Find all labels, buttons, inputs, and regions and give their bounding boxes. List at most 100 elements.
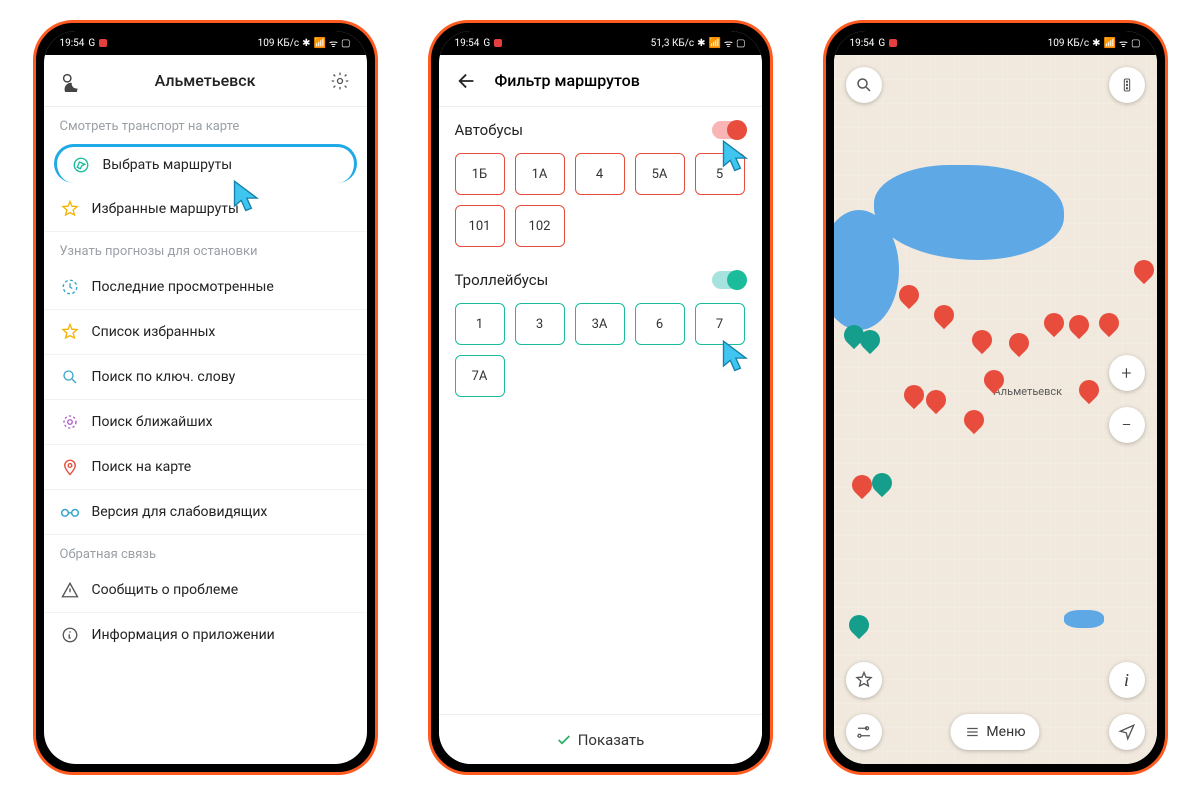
menu-recent-label: Последние просмотренные — [92, 279, 274, 295]
status-net: G — [878, 38, 885, 49]
menu-map-button[interactable]: Меню — [950, 714, 1039, 750]
back-button[interactable] — [453, 67, 481, 95]
star-icon — [60, 199, 80, 219]
menu-about[interactable]: Информация о приложении — [44, 613, 367, 657]
vehicle-pin-bus[interactable] — [1099, 313, 1119, 339]
phone-3: 19:54 G 109 КБ/с ✱ 📶 ᯤ ▢ Альметьевск — [823, 20, 1168, 775]
menu-fav-list[interactable]: Список избранных — [44, 310, 367, 355]
menu-search-keyword-label: Поиск по ключ. слову — [92, 369, 236, 385]
vehicle-pin-trolley[interactable] — [872, 473, 892, 499]
locate-map-button[interactable] — [1109, 714, 1145, 750]
status-time: 19:54 — [455, 38, 480, 49]
status-net: G — [483, 38, 490, 49]
bluetooth-icon: ✱ — [302, 38, 310, 49]
section-map-label: Смотреть транспорт на карте — [44, 107, 367, 140]
vehicle-pin-bus[interactable] — [1044, 313, 1064, 339]
theme-toggle-icon[interactable] — [56, 67, 84, 95]
vehicle-pin-bus[interactable] — [964, 410, 984, 436]
route-chip-trolley[interactable]: 6 — [635, 303, 685, 345]
vehicle-pin-bus[interactable] — [1069, 315, 1089, 341]
battery-icon: ▢ — [341, 38, 350, 49]
status-rate: 109 КБ/с — [1048, 38, 1089, 49]
vehicle-pin-bus[interactable] — [1134, 260, 1154, 286]
settings-button[interactable] — [326, 67, 354, 95]
phone-1: 19:54 G 109 КБ/с ✱ 📶 ᯤ ▢ Альметьевск Смо… — [33, 20, 378, 775]
city-label: Альметьевск — [994, 385, 1063, 398]
route-chip-bus[interactable]: 1А — [515, 153, 565, 195]
menu-search-map-label: Поиск на карте — [92, 459, 192, 475]
status-notification-dot — [99, 39, 107, 47]
route-chip-bus[interactable]: 1Б — [455, 153, 505, 195]
near-icon — [60, 412, 80, 432]
route-chip-trolley[interactable]: 7 — [695, 303, 745, 345]
show-button[interactable]: Показать — [439, 714, 762, 764]
route-chip-trolley[interactable]: 1 — [455, 303, 505, 345]
info-map-button[interactable]: i — [1109, 662, 1145, 698]
filter-title: Фильтр маршрутов — [495, 71, 640, 90]
bus-routes-grid: 1Б1А45А5 101102 — [439, 147, 762, 257]
map-layers-button[interactable] — [1109, 67, 1145, 103]
route-chip-bus[interactable]: 5А — [635, 153, 685, 195]
status-notification-dot — [494, 39, 502, 47]
route-chip-bus[interactable]: 5 — [695, 153, 745, 195]
route-chip-trolley[interactable]: 3А — [575, 303, 625, 345]
vehicle-pin-bus[interactable] — [1079, 380, 1099, 406]
star-icon — [60, 322, 80, 342]
filter-map-button[interactable] — [846, 714, 882, 750]
menu-search-nearby-label: Поиск ближайших — [92, 414, 213, 430]
menu-search-keyword[interactable]: Поиск по ключ. слову — [44, 355, 367, 400]
zoom-out-button[interactable]: − — [1109, 407, 1145, 443]
menu-search-nearby[interactable]: Поиск ближайших — [44, 400, 367, 445]
group-bus-label: Автобусы — [455, 121, 524, 139]
vehicle-pin-bus[interactable] — [934, 305, 954, 331]
menu-fav-list-label: Список избранных — [92, 324, 216, 340]
vehicle-pin-trolley[interactable] — [849, 615, 869, 641]
check-icon — [556, 732, 572, 748]
vehicle-pin-bus[interactable] — [972, 330, 992, 356]
menu-low-vision-label: Версия для слабовидящих — [92, 504, 268, 520]
section-feedback-label: Обратная связь — [44, 535, 367, 568]
menu-report[interactable]: Сообщить о проблеме — [44, 568, 367, 613]
show-button-label: Показать — [578, 731, 645, 749]
group-bus-header: Автобусы — [439, 107, 762, 147]
vehicle-pin-bus[interactable] — [984, 370, 1004, 396]
signal-icon: 📶 — [313, 38, 325, 49]
route-chip-bus[interactable]: 101 — [455, 205, 505, 247]
vehicle-pin-bus[interactable] — [852, 475, 872, 501]
zoom-in-button[interactable]: + — [1109, 355, 1145, 391]
map-canvas[interactable]: Альметьевск — [834, 55, 1157, 764]
route-map-icon — [71, 155, 91, 175]
vehicle-pin-bus[interactable] — [1009, 333, 1029, 359]
phone-2: 19:54 G 51,3 КБ/с ✱ 📶 ᯤ ▢ Фильтр маршрут… — [428, 20, 773, 775]
menu-about-label: Информация о приложении — [92, 627, 275, 643]
menu-select-routes[interactable]: Выбрать маршруты — [54, 144, 357, 183]
menu-search-map[interactable]: Поиск на карте — [44, 445, 367, 490]
toggle-trolley[interactable] — [712, 271, 746, 289]
vehicle-pin-bus[interactable] — [904, 385, 924, 411]
vehicle-pin-bus[interactable] — [926, 390, 946, 416]
menu-low-vision[interactable]: Версия для слабовидящих — [44, 490, 367, 535]
vehicle-pin-trolley[interactable] — [860, 330, 880, 356]
app-header: Альметьевск — [44, 55, 367, 107]
menu-recent[interactable]: Последние просмотренные — [44, 265, 367, 310]
route-chip-trolley[interactable]: 7А — [455, 355, 505, 397]
water-body — [1064, 610, 1104, 628]
status-bar: 19:54 G 51,3 КБ/с ✱ 📶 ᯤ ▢ — [439, 31, 762, 55]
screen-2: 19:54 G 51,3 КБ/с ✱ 📶 ᯤ ▢ Фильтр маршрут… — [439, 31, 762, 764]
route-chip-trolley[interactable]: 3 — [515, 303, 565, 345]
wifi-icon: ᯤ — [724, 36, 733, 50]
wifi-icon: ᯤ — [1119, 36, 1128, 50]
vehicle-pin-bus[interactable] — [899, 285, 919, 311]
route-chip-bus[interactable]: 4 — [575, 153, 625, 195]
info-icon — [60, 625, 80, 645]
filter-header: Фильтр маршрутов — [439, 55, 762, 107]
signal-icon: 📶 — [708, 38, 720, 49]
menu-favorite-routes[interactable]: Избранные маршруты — [44, 187, 367, 232]
toggle-bus[interactable] — [712, 121, 746, 139]
route-chip-bus[interactable]: 102 — [515, 205, 565, 247]
group-trolley-label: Троллейбусы — [455, 271, 549, 289]
map-search-button[interactable] — [846, 67, 882, 103]
screen-1: 19:54 G 109 КБ/с ✱ 📶 ᯤ ▢ Альметьевск Смо… — [44, 31, 367, 764]
favorites-map-button[interactable] — [846, 662, 882, 698]
battery-icon: ▢ — [736, 38, 745, 49]
